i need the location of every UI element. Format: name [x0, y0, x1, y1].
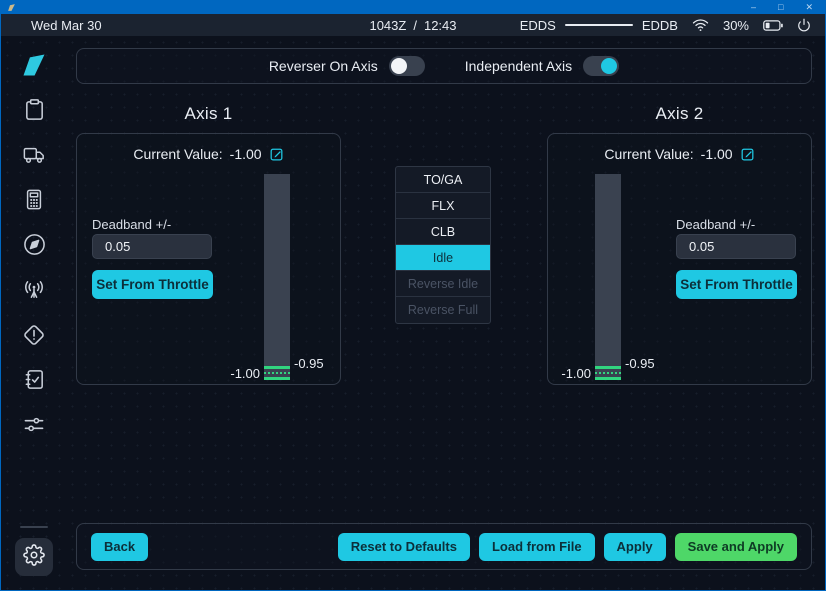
- wifi-icon: [692, 18, 709, 32]
- power-icon[interactable]: [797, 18, 811, 32]
- detent-list: TO/GAFLXCLBIdleReverse IdleReverse Full: [395, 166, 491, 324]
- sidebar-item-compass[interactable]: [1, 222, 67, 267]
- axis2-panel: Current Value: -1.00 -1.00 -0.95 Deadban…: [547, 133, 812, 385]
- compass-icon: [23, 233, 46, 256]
- detent-item-reverse-full: Reverse Full: [396, 297, 490, 323]
- titlebar: – □ ✕: [1, 0, 825, 14]
- footer-bar: Back Reset to Defaults Load from File Ap…: [76, 523, 812, 570]
- truck-icon: [22, 144, 46, 166]
- battery-icon: [763, 20, 783, 31]
- window-app-icon: [7, 3, 16, 12]
- load-from-file-button[interactable]: Load from File: [479, 533, 595, 561]
- antenna-icon: [22, 278, 46, 301]
- sidebar-item-settings[interactable]: [15, 538, 53, 576]
- axis1-set-from-throttle-button[interactable]: Set From Throttle: [92, 270, 213, 299]
- save-and-apply-button[interactable]: Save and Apply: [675, 533, 797, 561]
- detent-item-to-ga[interactable]: TO/GA: [396, 167, 490, 193]
- axis1-edit-value-icon[interactable]: [269, 147, 284, 162]
- maximize-button[interactable]: □: [778, 0, 783, 14]
- axis2-deadband-label: Deadband +/-: [676, 217, 755, 232]
- axis1-current-value: -1.00: [230, 146, 262, 162]
- independent-axis-toggle[interactable]: [583, 56, 619, 76]
- sidebar-item-ground-services[interactable]: [1, 132, 67, 177]
- reverser-toggle[interactable]: [389, 56, 425, 76]
- axis1-gauge-lower-label: -1.00: [194, 366, 260, 381]
- reverser-toggle-knob: [391, 58, 407, 74]
- sidebar-item-settings-sliders[interactable]: [1, 402, 67, 447]
- axis-options-bar: Reverser On Axis Independent Axis: [76, 48, 812, 84]
- battery-percent: 30%: [723, 18, 749, 33]
- axis2-deadband-input[interactable]: [676, 234, 796, 259]
- axis2-current-value-label: Current Value:: [604, 146, 693, 162]
- route-progress-line: [565, 24, 633, 26]
- clipboard-icon: [23, 98, 46, 121]
- detent-item-idle[interactable]: Idle: [396, 245, 490, 271]
- detent-item-reverse-idle: Reverse Idle: [396, 271, 490, 297]
- minimize-button[interactable]: –: [751, 0, 756, 14]
- axis1-deadband-input[interactable]: [92, 234, 212, 259]
- axis2-edit-value-icon[interactable]: [740, 147, 755, 162]
- axis2-gauge-lower-label: -1.00: [548, 366, 591, 381]
- warning-diamond-icon: [22, 323, 46, 347]
- axis2-gauge-deadband-marker: [595, 366, 621, 380]
- sidebar-item-home[interactable]: [1, 42, 67, 87]
- axis1-gauge-upper-label: -0.95: [294, 356, 324, 371]
- status-local-time: 12:43: [424, 18, 457, 33]
- axis1-gauge: [264, 174, 290, 380]
- back-button[interactable]: Back: [91, 533, 148, 561]
- status-time-separator: /: [413, 18, 417, 33]
- axis1-gauge-deadband-marker: [264, 366, 290, 380]
- route-indicator: EDDS EDDB: [520, 18, 678, 33]
- checklist-icon: [23, 368, 46, 391]
- axis1-title: Axis 1: [76, 104, 341, 124]
- route-destination: EDDB: [642, 18, 678, 33]
- reverser-on-axis-label: Reverser On Axis: [269, 58, 378, 74]
- route-origin: EDDS: [520, 18, 556, 33]
- axis2-title: Axis 2: [547, 104, 812, 124]
- fenix-logo-icon: [19, 51, 49, 79]
- axis2-gauge: [595, 174, 621, 380]
- calculator-icon: [23, 188, 45, 211]
- sidebar-item-checklist[interactable]: [1, 357, 67, 402]
- axis1-deadband-label: Deadband +/-: [92, 217, 171, 232]
- sidebar-item-failures[interactable]: [1, 312, 67, 357]
- sidebar-item-clipboard[interactable]: [1, 87, 67, 132]
- app-window: – □ ✕ Wed Mar 30 1043Z / 12:43 EDDS EDDB…: [0, 0, 826, 591]
- axis1-panel: Current Value: -1.00 -1.00 -0.95 Deadban…: [76, 133, 341, 385]
- sidebar-divider: [20, 526, 48, 528]
- independent-axis-toggle-knob: [601, 58, 617, 74]
- reset-to-defaults-button[interactable]: Reset to Defaults: [338, 533, 470, 561]
- app-body: Reverser On Axis Independent Axis Axis 1…: [1, 36, 825, 590]
- independent-axis-label: Independent Axis: [465, 58, 572, 74]
- axis2-gauge-upper-label: -0.95: [625, 356, 655, 371]
- status-utc-time: 1043Z: [369, 18, 406, 33]
- sidebar-item-radio[interactable]: [1, 267, 67, 312]
- apply-button[interactable]: Apply: [604, 533, 666, 561]
- sidebar-item-calculator[interactable]: [1, 177, 67, 222]
- gear-icon: [23, 544, 45, 571]
- axis1-current-value-label: Current Value:: [133, 146, 222, 162]
- close-button[interactable]: ✕: [805, 0, 813, 14]
- status-date: Wed Mar 30: [31, 18, 102, 33]
- sidebar-bottom: [1, 526, 67, 590]
- sliders-icon: [22, 414, 46, 435]
- axis2-current-value: -1.00: [701, 146, 733, 162]
- detent-item-clb[interactable]: CLB: [396, 219, 490, 245]
- detent-item-flx[interactable]: FLX: [396, 193, 490, 219]
- axis2-set-from-throttle-button[interactable]: Set From Throttle: [676, 270, 797, 299]
- sidebar: [1, 36, 67, 590]
- status-bar: Wed Mar 30 1043Z / 12:43 EDDS EDDB 30%: [1, 14, 825, 36]
